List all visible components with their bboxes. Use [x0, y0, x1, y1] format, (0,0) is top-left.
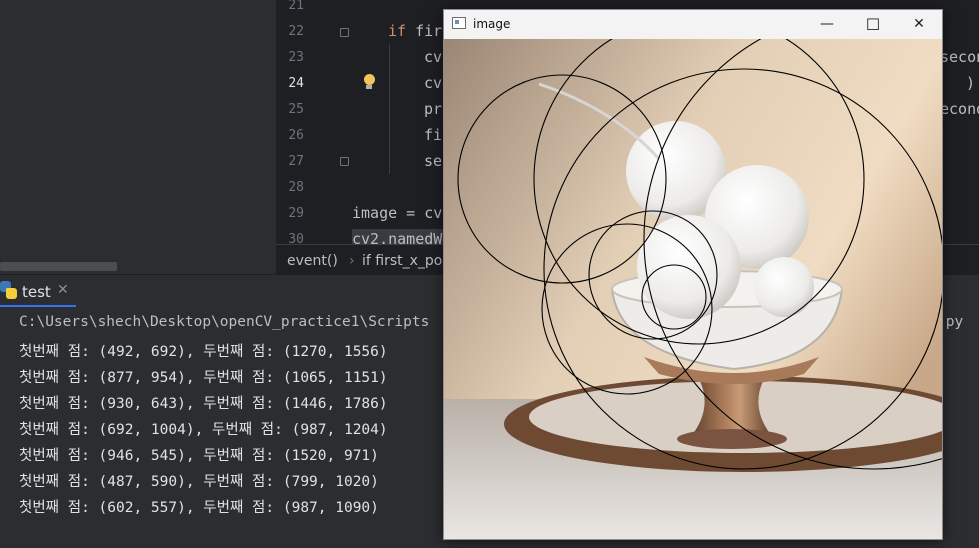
breadcrumb-item-if[interactable]: if first_x_po	[362, 253, 442, 269]
snowball	[754, 257, 814, 317]
window-title: image	[473, 17, 511, 31]
run-tab-test[interactable]: test	[22, 283, 51, 301]
line-number: 26	[288, 128, 304, 143]
line-number-current: 24	[288, 76, 304, 91]
console-line: 첫번째 점: (487, 590), 두번째 점: (799, 1020)	[19, 474, 379, 490]
window-title-bar[interactable]: image — ☐ ✕	[444, 10, 942, 39]
indent-guide	[389, 44, 390, 174]
console-line: 첫번째 점: (930, 643), 두번째 점: (1446, 1786)	[19, 396, 388, 412]
lightbulb-icon[interactable]	[363, 74, 375, 90]
keyword-if: if	[388, 22, 407, 40]
code-line-25[interactable]: pr	[424, 100, 442, 118]
console-command-line: C:\Users\shech\Desktop\openCV_practice1\…	[19, 314, 430, 330]
console-line: 첫번째 점: (492, 692), 두번째 점: (1270, 1556)	[19, 344, 388, 360]
fold-toggle-icon[interactable]	[340, 28, 349, 37]
line-number: 30	[288, 232, 304, 244]
breadcrumb-separator-icon: ›	[349, 253, 355, 269]
fold-end-icon[interactable]	[340, 157, 349, 166]
console-line: 첫번째 점: (946, 545), 두번째 점: (1520, 971)	[19, 448, 379, 464]
image-photo	[444, 39, 942, 539]
image-window[interactable]: image — ☐ ✕	[443, 9, 943, 540]
code-line-22[interactable]: if fir	[388, 22, 442, 40]
minimize-button[interactable]: —	[804, 10, 850, 39]
bowl-foot	[677, 429, 787, 449]
line-number: 27	[288, 154, 304, 169]
console-line: 첫번째 점: (602, 557), 두번째 점: (987, 1090)	[19, 500, 379, 516]
image-canvas[interactable]	[444, 39, 942, 539]
line-number: 28	[288, 180, 304, 195]
line-gutter: 21 22 23 24 25 26 27 28 29 30	[276, 0, 336, 244]
python-icon	[0, 281, 18, 299]
close-icon[interactable]: ✕	[57, 282, 69, 298]
code-line-30[interactable]: cv2.namedW	[352, 230, 442, 244]
code-line-23[interactable]: cv	[424, 48, 442, 66]
line-number: 29	[288, 206, 304, 221]
line-number: 22	[288, 24, 304, 39]
project-panel	[0, 0, 276, 262]
close-button[interactable]: ✕	[896, 10, 942, 39]
breadcrumb-item-event[interactable]: event()	[287, 253, 338, 269]
code-overflow-24: )	[966, 74, 976, 92]
active-tab-indicator	[0, 305, 76, 307]
line-number: 25	[288, 102, 304, 117]
code-line-29[interactable]: image = cv	[352, 204, 442, 222]
horizontal-scrollbar[interactable]	[0, 262, 117, 271]
window-app-icon	[452, 17, 466, 29]
line-number: 21	[288, 0, 304, 13]
maximize-button[interactable]: ☐	[850, 10, 896, 39]
code-overflow-23: secon	[940, 48, 979, 66]
console-line: 첫번째 점: (692, 1004), 두번째 점: (987, 1204)	[19, 422, 388, 438]
line-number: 23	[288, 50, 304, 65]
code-line-24[interactable]: cv	[424, 74, 442, 92]
code-overflow-25: econd	[940, 100, 979, 118]
code-line-27[interactable]: se	[424, 152, 442, 170]
code-line-26[interactable]: fi	[424, 126, 442, 144]
console-line: 첫번째 점: (877, 954), 두번째 점: (1065, 1151)	[19, 370, 388, 386]
